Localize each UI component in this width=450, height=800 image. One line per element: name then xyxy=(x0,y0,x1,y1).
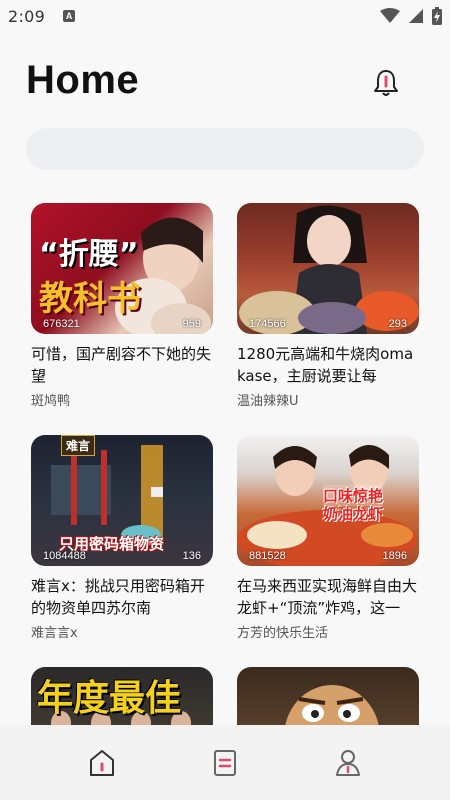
nav-home[interactable] xyxy=(72,738,132,788)
video-title[interactable]: 1280元高端和牛烧肉omakase，主厨说要让每 xyxy=(237,343,419,387)
video-card[interactable]: 年度最佳 xyxy=(31,667,213,725)
thumbnail-caption: 教科书 xyxy=(39,279,141,319)
thumbnail-caption: 年度最佳 xyxy=(37,678,182,719)
comment-count: 136 xyxy=(182,550,201,562)
video-thumbnail[interactable]: 174566 293 xyxy=(237,203,419,334)
video-author[interactable]: 温油辣辣U xyxy=(237,390,419,409)
signal-icon xyxy=(409,9,423,23)
search-input[interactable] xyxy=(26,128,424,170)
video-thumbnail[interactable]: “折腰” 教科书 676321 959 xyxy=(31,203,213,334)
nav-library[interactable] xyxy=(195,738,255,788)
video-thumbnail[interactable]: 难言 只用密码箱物资 1084488 136 xyxy=(31,435,213,566)
video-card[interactable]: 难言 只用密码箱物资 1084488 136 难言x：挑战只用密码箱开的物资单四… xyxy=(31,435,213,641)
video-thumbnail[interactable]: 年度最佳 xyxy=(31,667,213,725)
status-bar: 2:09 A xyxy=(0,0,450,32)
page-title: Home xyxy=(26,58,140,102)
view-count: 1084488 xyxy=(43,550,86,562)
video-thumbnail[interactable] xyxy=(237,667,419,725)
status-icons xyxy=(380,7,442,25)
document-icon xyxy=(213,749,236,776)
video-card[interactable]: 174566 293 1280元高端和牛烧肉omakase，主厨说要让每 温油辣… xyxy=(237,203,419,409)
bottom-nav xyxy=(0,725,450,800)
wifi-icon xyxy=(380,8,400,23)
battery-icon xyxy=(432,7,442,25)
nav-profile[interactable] xyxy=(318,738,378,788)
video-card[interactable]: “折腰” 教科书 676321 959 可惜，国产剧容不下她的失望 斑鸠鸭 xyxy=(31,203,213,409)
video-feed[interactable]: “折腰” 教科书 676321 959 可惜，国产剧容不下她的失望 斑鸠鸭 17… xyxy=(0,203,450,725)
view-count: 174566 xyxy=(249,318,286,330)
video-card[interactable] xyxy=(237,667,419,725)
thumbnail-caption: “折腰” xyxy=(39,237,139,272)
comment-count: 293 xyxy=(388,318,407,330)
home-icon xyxy=(89,749,114,776)
bell-icon xyxy=(374,70,398,96)
comment-count: 959 xyxy=(182,318,201,330)
video-thumbnail[interactable]: 口味惊艳 奶油龙虾 881528 1896 xyxy=(237,435,419,566)
profile-icon xyxy=(336,749,361,776)
status-time: 2:09 xyxy=(8,6,46,26)
thumbnail-caption: 奶油龙虾 xyxy=(323,505,384,523)
thumbnail-art xyxy=(239,205,419,334)
thumbnail-caption: 难言 xyxy=(61,435,96,456)
video-author[interactable]: 斑鸠鸭 xyxy=(31,390,213,409)
video-card[interactable]: 口味惊艳 奶油龙虾 881528 1896 在马来西亚实现海鲜自由大龙虾+“顶流… xyxy=(237,435,419,641)
notifications-button[interactable] xyxy=(368,66,404,100)
video-author[interactable]: 方芳的快乐生活 xyxy=(237,622,419,641)
view-count: 676321 xyxy=(43,318,80,330)
comment-count: 1896 xyxy=(382,550,407,562)
thumbnail-art xyxy=(285,685,379,725)
video-author[interactable]: 难言言x xyxy=(31,622,213,641)
video-title[interactable]: 在马来西亚实现海鲜自由大龙虾+“顶流”炸鸡，这一 xyxy=(237,575,419,619)
view-count: 881528 xyxy=(249,550,286,562)
notification-badge-icon: A xyxy=(63,10,76,22)
video-title[interactable]: 可惜，国产剧容不下她的失望 xyxy=(31,343,213,387)
video-title[interactable]: 难言x：挑战只用密码箱开的物资单四苏尔南 xyxy=(31,575,213,619)
